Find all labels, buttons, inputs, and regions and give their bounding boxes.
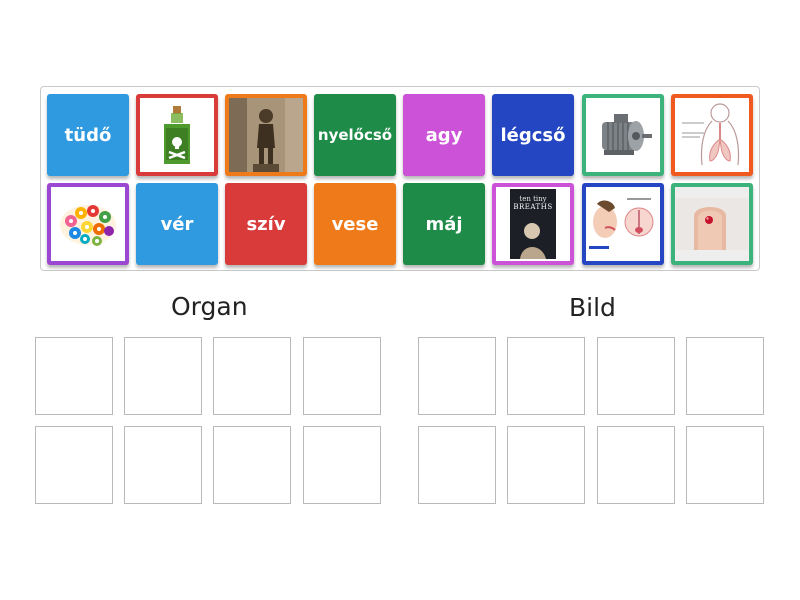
card-maj[interactable]: máj xyxy=(403,183,485,265)
organ-drop-slot-3[interactable] xyxy=(213,337,291,415)
card-tudo[interactable]: tüdő xyxy=(47,94,129,176)
bild-drop-slot-8[interactable] xyxy=(686,426,764,504)
gear-brain-icon xyxy=(60,205,116,246)
card-image-statue[interactable] xyxy=(225,94,307,176)
organ-drop-slot-5[interactable] xyxy=(35,426,113,504)
bild-drop-slot-5[interactable] xyxy=(418,426,496,504)
organ-drop-slot-6[interactable] xyxy=(124,426,202,504)
column-heading-organ: Organ xyxy=(171,292,248,321)
card-vese[interactable]: vese xyxy=(314,183,396,265)
bild-drop-slot-4[interactable] xyxy=(686,337,764,415)
organ-drop-slot-7[interactable] xyxy=(213,426,291,504)
column-heading-bild: Bild xyxy=(569,293,616,322)
card-label: nyelőcső xyxy=(317,126,393,144)
card-label: agy xyxy=(425,124,463,146)
card-image-book[interactable]: ten tiny BREATHS xyxy=(492,183,574,265)
book-cover-line2: BREATHS xyxy=(513,203,553,211)
bild-drop-slot-7[interactable] xyxy=(597,426,675,504)
organ-drop-slot-8[interactable] xyxy=(303,426,381,504)
organ-drop-slot-4[interactable] xyxy=(303,337,381,415)
poison-bottle-icon xyxy=(164,106,190,164)
card-label: vér xyxy=(160,213,194,235)
book-cover-line1: ten tiny xyxy=(519,195,547,203)
card-label: máj xyxy=(425,213,463,235)
card-legcso[interactable]: légcső xyxy=(492,94,574,176)
statue-photo-icon xyxy=(229,98,303,172)
card-ver[interactable]: vér xyxy=(136,183,218,265)
card-label: tüdő xyxy=(64,124,112,146)
bild-drop-slot-3[interactable] xyxy=(597,337,675,415)
organ-drop-slot-1[interactable] xyxy=(35,337,113,415)
bild-drop-slot-2[interactable] xyxy=(507,337,585,415)
book-cover-icon: ten tiny BREATHS xyxy=(510,189,556,259)
card-sziv[interactable]: szív xyxy=(225,183,307,265)
card-image-motor[interactable] xyxy=(582,94,664,176)
card-agy[interactable]: agy xyxy=(403,94,485,176)
mouth-diagram-icon xyxy=(589,198,654,249)
card-label: szív xyxy=(246,213,286,235)
card-image-brain[interactable] xyxy=(47,183,129,265)
card-image-finger[interactable] xyxy=(671,183,753,265)
card-nyelocso[interactable]: nyelőcső xyxy=(314,94,396,176)
bild-drop-slot-6[interactable] xyxy=(507,426,585,504)
finger-blood-drop-icon xyxy=(676,198,748,250)
respiratory-diagram-icon xyxy=(682,103,740,166)
electric-motor-icon xyxy=(602,114,652,155)
card-image-respiratory[interactable] xyxy=(671,94,753,176)
card-label: légcső xyxy=(500,124,566,146)
card-label: vese xyxy=(331,213,379,235)
card-image-poison[interactable] xyxy=(136,94,218,176)
organ-drop-slot-2[interactable] xyxy=(124,337,202,415)
card-image-mouth[interactable] xyxy=(582,183,664,265)
bild-drop-slot-1[interactable] xyxy=(418,337,496,415)
